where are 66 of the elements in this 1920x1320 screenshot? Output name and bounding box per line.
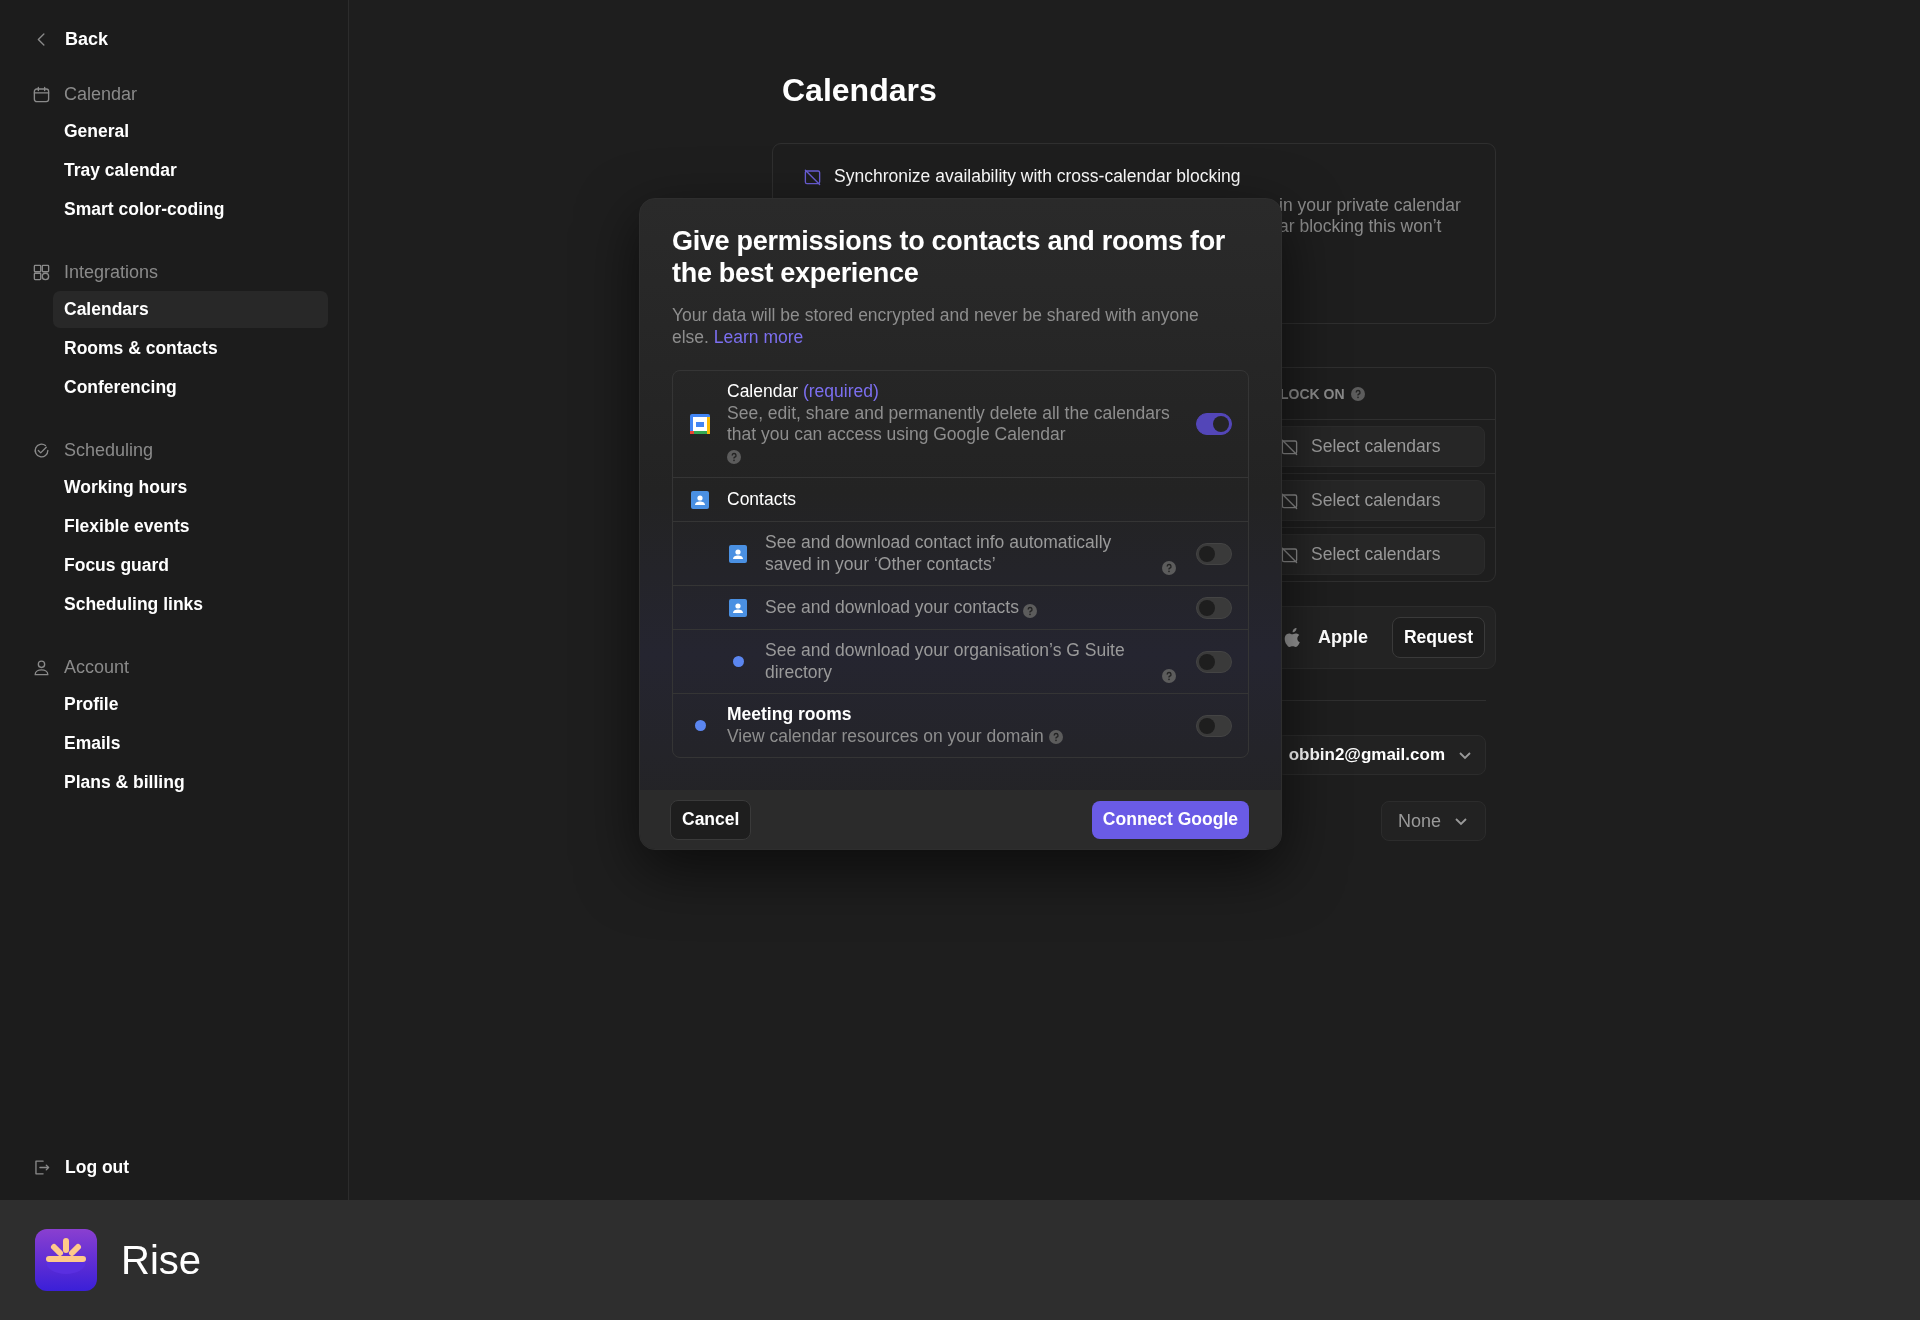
app-logo-icon xyxy=(35,1229,97,1291)
calendar-off-icon xyxy=(1280,437,1299,456)
contact-icon xyxy=(729,598,747,617)
dot-icon xyxy=(732,656,744,667)
sidebar-item[interactable]: Focus guard xyxy=(53,547,328,584)
sidebar-item[interactable]: Working hours xyxy=(53,469,328,506)
request-button[interactable]: Request xyxy=(1391,617,1485,658)
card-title: Synchronize availability with cross-calendar blocking xyxy=(834,166,1241,187)
apple-icon xyxy=(1283,627,1302,648)
learn-more-link[interactable]: Learn more xyxy=(713,327,804,347)
sidebar-item[interactable]: Emails xyxy=(53,725,328,762)
calendar-off-icon xyxy=(1280,545,1299,564)
section-title: Account xyxy=(64,656,130,678)
help-icon xyxy=(1350,386,1365,401)
sidebar-item[interactable]: Scheduling links xyxy=(53,586,328,623)
section-title: Scheduling xyxy=(64,439,154,461)
permission-description: View calendar resources on your domain xyxy=(727,725,1044,746)
integration-name: Apple xyxy=(1317,627,1368,648)
toggle-switch[interactable] xyxy=(1196,413,1232,435)
option-dropdown[interactable]: None xyxy=(1380,801,1486,841)
section-title: Integrations xyxy=(64,261,159,283)
calendar-icon xyxy=(690,414,710,434)
help-icon xyxy=(1162,669,1176,683)
dot-icon xyxy=(694,720,706,731)
contact-icon xyxy=(729,544,747,563)
back-button[interactable]: Back xyxy=(32,26,328,52)
permission-description: See and download contact info automatically saved in your ‘Other contacts’ xyxy=(765,532,1113,575)
permission-title: Meeting rooms xyxy=(727,704,853,726)
connect-button[interactable]: Connect Google xyxy=(1091,800,1249,839)
calendar-off-icon xyxy=(1280,491,1299,510)
cancel-button[interactable]: Cancel xyxy=(670,799,752,840)
logout-button[interactable]: Log out xyxy=(32,1157,328,1178)
section-icon xyxy=(32,262,51,282)
toggle-switch[interactable] xyxy=(1196,650,1232,673)
logout-icon xyxy=(32,1158,51,1177)
section-title: Calendar xyxy=(64,83,138,105)
help-icon xyxy=(1048,729,1063,744)
calendar-off-icon xyxy=(803,167,822,186)
card-text: in your private calendar xyxy=(1279,195,1462,216)
permission-title: Calendar (required) xyxy=(727,381,880,403)
sidebar-item[interactable]: Calendars xyxy=(53,291,328,328)
sidebar-item[interactable]: Conferencing xyxy=(53,369,328,406)
app-name: Rise xyxy=(121,1237,202,1283)
permission-description: See and download your contacts xyxy=(765,596,1019,619)
help-icon xyxy=(1162,561,1176,575)
sidebar-item[interactable]: Smart color-coding xyxy=(53,191,328,228)
sidebar-item[interactable]: Profile xyxy=(53,686,328,723)
sidebar-item[interactable]: Tray calendar xyxy=(53,152,328,189)
help-icon xyxy=(1022,604,1037,619)
contact-icon xyxy=(691,490,709,509)
section-icon xyxy=(32,84,51,104)
sidebar-item[interactable]: General xyxy=(53,113,328,150)
sidebar-item[interactable]: Flexible events xyxy=(53,508,328,545)
dialog-title: Give permissions to contacts and rooms for the best experience xyxy=(672,225,1227,289)
sidebar-item[interactable]: Plans & billing xyxy=(53,764,328,801)
page-title: Calendars xyxy=(782,72,938,109)
section-icon xyxy=(32,657,51,677)
sidebar-item[interactable]: Rooms & contacts xyxy=(53,330,328,367)
toggle-switch[interactable] xyxy=(1196,542,1232,565)
help-icon xyxy=(727,449,741,464)
dialog-description: Your data will be stored encrypted and never be shared with anyone else. Learn more xyxy=(672,304,1200,348)
permission-description: See and download your organisation’s G Suite directory xyxy=(765,640,1126,683)
toggle-switch[interactable] xyxy=(1196,714,1232,737)
permission-group-title: Contacts xyxy=(727,488,798,511)
toggle-switch[interactable] xyxy=(1196,596,1232,619)
permission-description: See, edit, share and permanently delete all the calendars that you can access using Google Calendar xyxy=(727,402,1170,444)
